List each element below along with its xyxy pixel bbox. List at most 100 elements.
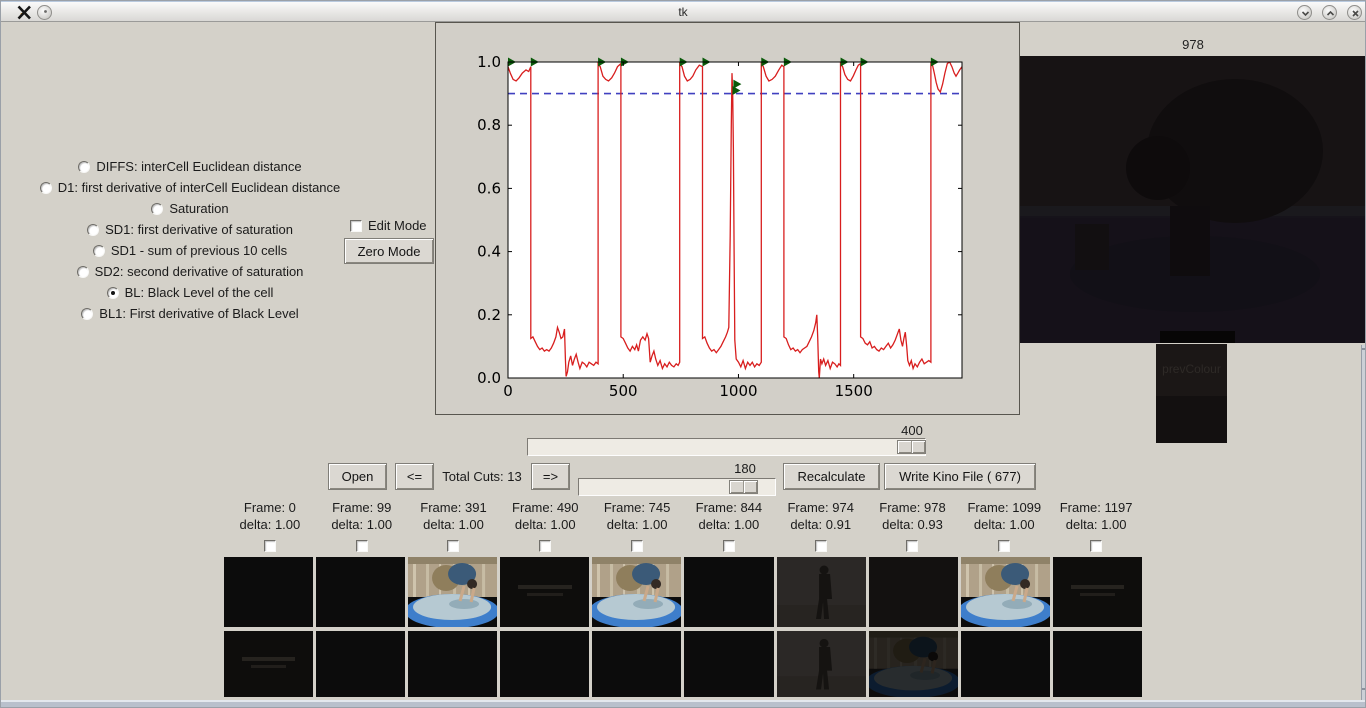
svg-text:1500: 1500: [835, 382, 873, 400]
radio-icon[interactable]: [81, 307, 94, 320]
thumbnail-darktext[interactable]: [500, 557, 590, 627]
frame-label: Frame: 844: [695, 500, 763, 515]
svg-text:0.6: 0.6: [477, 179, 501, 197]
metric-radio-option-5[interactable]: SD2: second derivative of saturation: [0, 261, 380, 282]
thumbnail-black[interactable]: [684, 631, 774, 697]
titlebar: tk: [0, 0, 1366, 22]
metric-radio-option-0[interactable]: DIFFS: interCell Euclidean distance: [0, 156, 380, 177]
metric-radio-label: Saturation: [169, 201, 229, 216]
threshold-slider-handle[interactable]: [897, 440, 926, 454]
metric-radio-label: BL1: First derivative of Black Level: [99, 306, 299, 321]
delta-label: delta: 0.93: [882, 517, 943, 532]
cut-frame-column-1: Frame: 99 delta: 1.00: [316, 499, 408, 556]
cut-select-checkbox[interactable]: [998, 540, 1011, 552]
thumbnail-darktext[interactable]: [1052, 557, 1142, 627]
thumbnail-black[interactable]: [1052, 631, 1142, 697]
radio-icon[interactable]: [87, 223, 100, 236]
svg-text:0.0: 0.0: [477, 369, 501, 387]
preview-frame-number: 978: [1182, 37, 1204, 52]
edit-mode-checkbox[interactable]: [350, 219, 362, 232]
chevron-up-icon[interactable]: [1322, 5, 1337, 20]
metric-radio-option-6[interactable]: BL: Black Level of the cell: [0, 282, 380, 303]
frame-label: Frame: 1197: [1059, 500, 1133, 515]
prev-cut-button[interactable]: <=: [395, 463, 434, 490]
cut-select-checkbox[interactable]: [631, 540, 644, 552]
metric-radio-label: SD2: second derivative of saturation: [94, 264, 304, 279]
radio-icon[interactable]: [76, 265, 89, 278]
open-button[interactable]: Open: [328, 463, 387, 490]
recalculate-button[interactable]: Recalculate: [783, 463, 880, 490]
frame-label: Frame: 391: [420, 500, 487, 515]
thumbnail-black[interactable]: [316, 631, 406, 697]
thumbnail-darktext[interactable]: [224, 631, 314, 697]
thumbnail-black[interactable]: [316, 557, 406, 627]
radio-icon[interactable]: [39, 181, 52, 194]
edit-mode-label: Edit Mode: [368, 218, 427, 233]
radio-icon[interactable]: [78, 160, 91, 173]
delta-label: delta: 1.00: [514, 517, 576, 532]
metric-radio-option-7[interactable]: BL1: First derivative of Black Level: [0, 303, 380, 324]
write-kino-file-button[interactable]: Write Kino File ( 677): [884, 463, 1036, 490]
thumbnail-black[interactable]: [684, 557, 774, 627]
cut-select-checkbox[interactable]: [722, 540, 735, 552]
cut-select-checkbox[interactable]: [355, 540, 368, 552]
next-cut-button[interactable]: =>: [531, 463, 570, 490]
delta-label: delta: 1.00: [239, 517, 301, 532]
svg-text:1.0: 1.0: [477, 53, 501, 71]
thumbnail-dark[interactable]: [868, 557, 958, 627]
cut-frame-row: Frame: 0 delta: 1.00 Frame: 99 delta: 1.00 F…: [224, 499, 1142, 556]
thumbnail-pool[interactable]: [408, 557, 498, 627]
metric-radio-label: DIFFS: interCell Euclidean distance: [96, 159, 302, 174]
thumbnail-black[interactable]: [224, 557, 314, 627]
svg-text:0.2: 0.2: [477, 306, 501, 324]
cut-select-checkbox[interactable]: [539, 540, 552, 552]
thumbnail-dimpool[interactable]: [868, 631, 958, 697]
cut-select-checkbox[interactable]: [1090, 540, 1103, 552]
thumbnail-black[interactable]: [408, 631, 498, 697]
cut-detection-plot[interactable]: 0 500 1000 1500 0.0 0.2 0.4 0.6 0.8 1.0: [435, 22, 1020, 415]
radio-icon[interactable]: [151, 202, 164, 215]
vertical-scrollbar[interactable]: [1361, 345, 1366, 700]
cut-frame-column-9: Frame: 1197 delta: 1.00: [1050, 499, 1142, 556]
metric-radio-option-3[interactable]: SD1: first derivative of saturation: [0, 219, 380, 240]
radio-icon[interactable]: [92, 244, 105, 257]
close-icon[interactable]: [1347, 5, 1362, 20]
thumbnail-pool[interactable]: [960, 557, 1050, 627]
frame-label: Frame: 1099: [967, 500, 1042, 515]
cut-select-checkbox[interactable]: [906, 540, 919, 552]
metric-radio-option-1[interactable]: D1: first derivative of interCell Euclid…: [0, 177, 380, 198]
metric-radio-label: SD1 - sum of previous 10 cells: [110, 243, 288, 258]
threshold-slider[interactable]: [527, 438, 926, 456]
metric-radio-label: SD1: first derivative of saturation: [105, 222, 293, 237]
svg-text:500: 500: [609, 382, 638, 400]
bottom-window-edge: [0, 700, 1366, 708]
video-preview: [1020, 56, 1366, 343]
cut-select-checkbox[interactable]: [263, 540, 276, 552]
metric-radio-group: DIFFS: interCell Euclidean distance D1: f…: [0, 156, 380, 324]
metric-radio-option-4[interactable]: SD1 - sum of previous 10 cells: [0, 240, 380, 261]
thumbnail-black[interactable]: [500, 631, 590, 697]
thumbnail-black[interactable]: [592, 631, 682, 697]
cut-select-checkbox[interactable]: [447, 540, 460, 552]
thumbnail-black[interactable]: [960, 631, 1050, 697]
frame-label: Frame: 0: [243, 500, 296, 515]
zero-mode-button[interactable]: Zero Mode: [344, 238, 434, 264]
cut-select-checkbox[interactable]: [814, 540, 827, 552]
window-slider-handle[interactable]: [729, 480, 758, 494]
edit-mode-row: Edit Mode: [350, 218, 427, 233]
plot-canvas[interactable]: 0 500 1000 1500 0.0 0.2 0.4 0.6 0.8 1.0: [436, 23, 1019, 414]
thumbnail-silhouette[interactable]: [776, 631, 866, 697]
thumbnail-silhouette[interactable]: [776, 557, 866, 627]
cut-frame-column-5: Frame: 844 delta: 1.00: [683, 499, 775, 556]
window-title: tk: [678, 5, 688, 19]
prev-colour-thumbnail: prevColour: [1156, 344, 1227, 443]
frame-label: Frame: 974: [787, 500, 854, 515]
frame-label: Frame: 490: [512, 500, 579, 515]
thumbnail-row-1: [224, 557, 1142, 627]
radio-icon[interactable]: [106, 286, 119, 299]
window-slider-value: 180: [734, 461, 756, 476]
window-slider[interactable]: [578, 478, 776, 496]
chevron-down-icon[interactable]: [1297, 5, 1312, 20]
thumbnail-pool[interactable]: [592, 557, 682, 627]
metric-radio-option-2[interactable]: Saturation: [0, 198, 380, 219]
